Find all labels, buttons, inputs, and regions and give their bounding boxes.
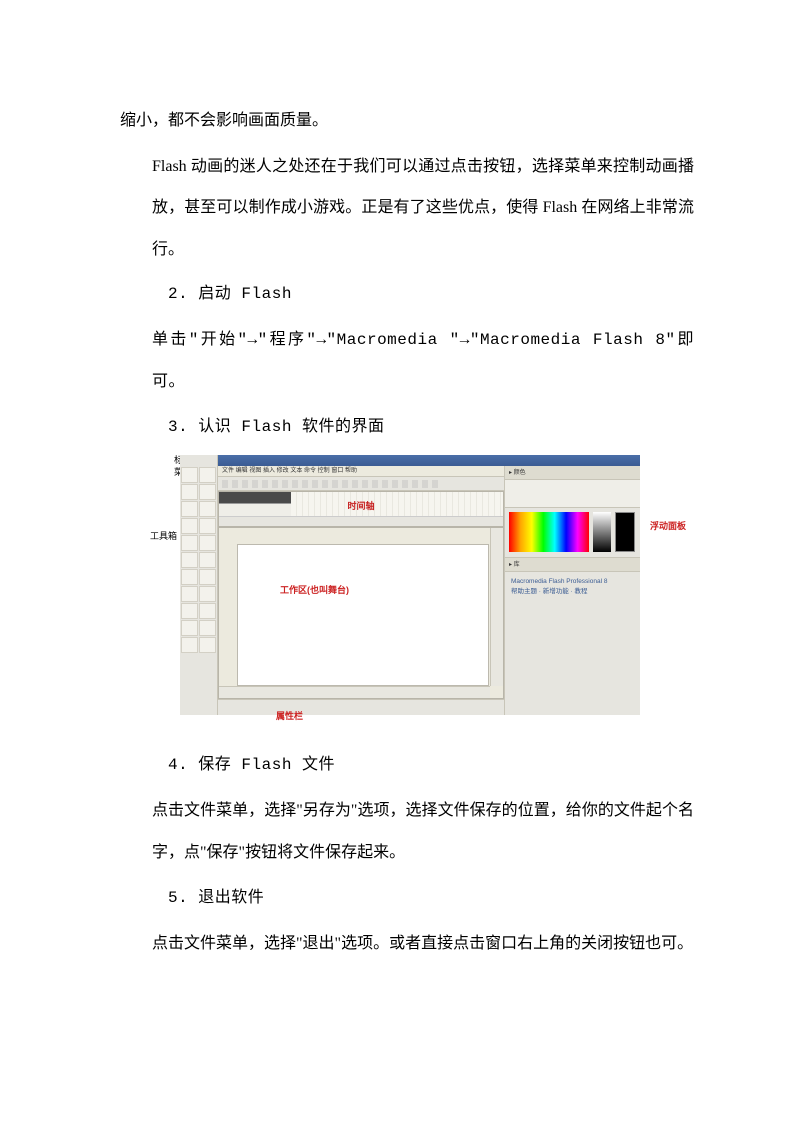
toolbox-panel [180,455,218,715]
paragraph-4: 点击文件菜单，选择"另存为"选项，选择文件保存的位置，给你的文件起个名字，点"保… [120,790,694,873]
stage-wrapper: 工作区(也叫舞台) [218,527,504,699]
tool-icon [199,552,216,568]
callout-floating-panel: 浮动面板 [650,515,686,538]
timeline-panel: 时间轴 [218,491,504,527]
tool-icon [181,603,198,619]
hue-gradient [509,512,589,552]
tool-icon [181,637,198,653]
tool-icon [199,603,216,619]
tool-icon [199,535,216,551]
window-titlebar: Macromedia Flash Professional 8 - [未命名-1… [218,455,640,466]
paragraph-1: 缩小，都不会影响画面质量。 [120,100,694,142]
tool-icon [199,569,216,585]
label-toolbox: 工具箱 [150,525,177,548]
tool-icon [181,569,198,585]
flash-ui-figure: 标题栏 菜单栏 工具箱 Macromedia Flash Professiona… [120,455,694,715]
tool-icon [199,467,216,483]
menu-items: 文件 编辑 视图 插入 修改 文本 命令 控制 窗口 帮助 [222,468,357,474]
tool-icon [181,535,198,551]
color-swatch [615,512,635,552]
timeline-layer [219,492,291,504]
tool-icon [181,552,198,568]
scrollbar-horizontal [219,686,490,698]
tool-icon [181,467,198,483]
callout-propbar: 属性栏 [276,705,303,728]
paragraph-5: 点击文件菜单，选择"退出"选项。或者直接点击窗口右上角的关闭按钮也可。 [120,923,694,965]
panel-info-title: Macromedia Flash Professional 8 [511,577,634,587]
panel-tab-color: ▸ 颜色 [505,466,640,480]
color-picker [505,508,640,558]
tool-icon [181,501,198,517]
heading-2: 2. 启动 Flash [120,274,694,316]
panel-info: Macromedia Flash Professional 8 帮助主题 · 新… [505,572,640,602]
property-bar [218,699,504,715]
callout-timeline: 时间轴 [347,495,374,518]
tool-icon [181,518,198,534]
panel-tab-library: ▸ 库 [505,558,640,572]
flash-screenshot: 标题栏 菜单栏 工具箱 Macromedia Flash Professiona… [180,455,640,715]
tool-icon [181,484,198,500]
scrollbar-vertical [490,528,503,686]
tool-icon [199,518,216,534]
tool-icon [181,620,198,636]
panel-section [505,480,640,508]
heading-3: 3. 认识 Flash 软件的界面 [120,407,694,449]
heading-5: 5. 退出软件 [120,878,694,920]
panel-info-links: 帮助主题 · 新增功能 · 教程 [511,587,634,597]
callout-stage: 工作区(也叫舞台) [280,579,349,602]
brightness-strip [593,512,611,552]
paragraph-3: 单击"开始"→"程序"→"Macromedia "→"Macromedia Fl… [120,320,694,403]
tool-icon [199,484,216,500]
tool-icon [199,637,216,653]
right-panel-group: ▸ 颜色 ▸ 库 Macromedia Flash Professional 8… [504,466,640,715]
stage-canvas: 工作区(也叫舞台) [237,544,489,686]
tool-icon [181,586,198,602]
tool-icon [199,501,216,517]
heading-4: 4. 保存 Flash 文件 [120,745,694,787]
tool-icon [199,586,216,602]
tool-icon [199,620,216,636]
paragraph-2: Flash 动画的迷人之处还在于我们可以通过点击按钮，选择菜单来控制动画播放，甚… [120,146,694,271]
